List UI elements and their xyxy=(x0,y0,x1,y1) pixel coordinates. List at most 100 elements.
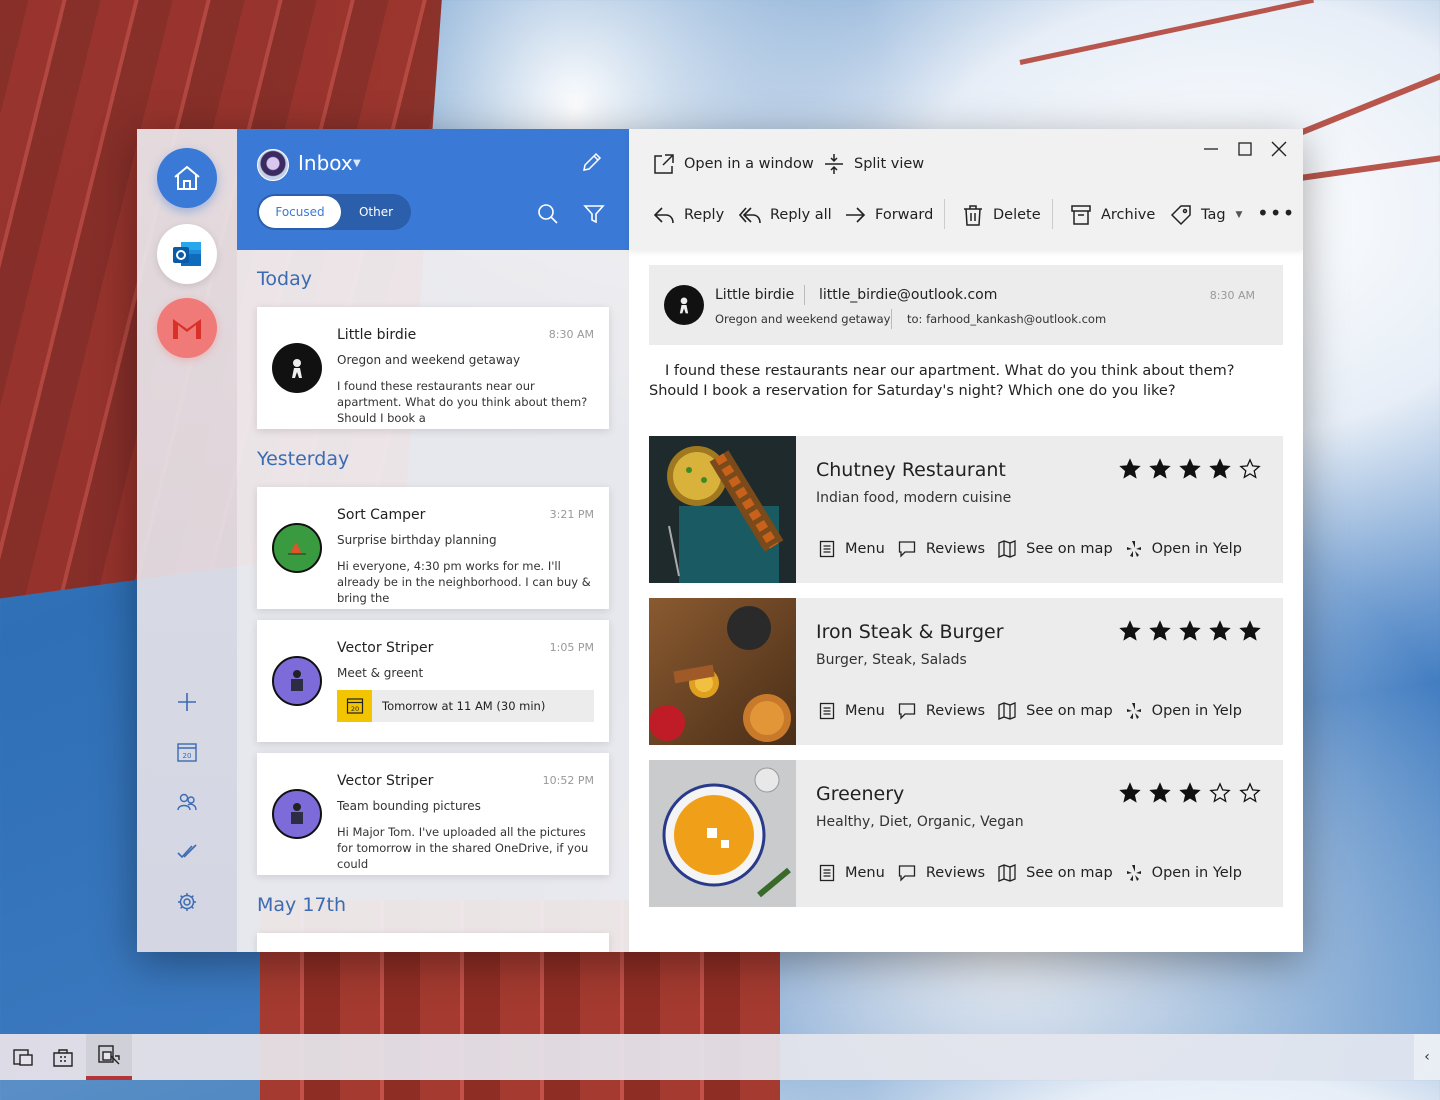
reviews-link[interactable]: Reviews xyxy=(898,540,985,558)
chat-bubble-icon xyxy=(898,865,915,882)
star-filled-icon xyxy=(1179,458,1201,479)
restaurant-actions: Menu Reviews See on map Open in Yelp xyxy=(819,702,1255,720)
taskbar-item-mail[interactable] xyxy=(86,1034,132,1080)
menu-icon xyxy=(819,540,835,558)
avatar xyxy=(272,343,322,393)
menu-link[interactable]: Menu xyxy=(819,864,885,882)
compose-button[interactable] xyxy=(581,151,603,177)
message-subject: Oregon and weekend getaway xyxy=(715,312,891,326)
open-in-yelp-link[interactable]: Open in Yelp xyxy=(1126,864,1242,882)
group-header-today: Today xyxy=(257,268,312,290)
toolbar-divider xyxy=(1052,199,1053,229)
reviews-label: Reviews xyxy=(925,865,986,881)
calendar-icon: 20 xyxy=(177,743,197,762)
divider xyxy=(804,285,805,305)
star-filled-icon xyxy=(1209,620,1231,641)
sender-email[interactable]: little_birdie@outlook.com xyxy=(819,287,997,303)
reviews-link[interactable]: Reviews xyxy=(898,702,985,720)
see-on-map-link[interactable]: See on map xyxy=(998,540,1113,558)
settings-button[interactable] xyxy=(172,887,202,917)
recipient[interactable]: to: farhood_kankash@outlook.com xyxy=(907,312,1106,326)
menu-label: Menu xyxy=(845,541,885,557)
see-on-map-link[interactable]: See on map xyxy=(998,864,1113,882)
message-item[interactable] xyxy=(257,933,609,952)
open-in-yelp-link[interactable]: Open in Yelp xyxy=(1126,702,1242,720)
forward-button[interactable]: Forward xyxy=(844,204,933,226)
account-avatar[interactable] xyxy=(257,149,289,181)
filter-icon xyxy=(583,205,605,224)
background-cable xyxy=(1298,55,1440,136)
reply-button[interactable]: Reply xyxy=(653,204,724,226)
toolbar-divider xyxy=(944,199,945,229)
meeting-invite[interactable]: 20 Tomorrow at 11 AM (30 min) xyxy=(337,690,594,722)
reviews-link[interactable]: Reviews xyxy=(898,864,985,882)
sender-name: Sort Camper xyxy=(337,507,426,523)
background-cable xyxy=(1019,0,1314,65)
calendar-button[interactable]: 20 xyxy=(172,737,202,767)
folder-title[interactable]: Inbox xyxy=(298,151,353,175)
message-time: 8:30 AM xyxy=(548,328,594,341)
archive-button[interactable]: Archive xyxy=(1070,204,1155,226)
star-filled-icon xyxy=(1179,782,1201,803)
restaurant-actions: Menu Reviews See on map Open in Yelp xyxy=(819,540,1255,558)
todo-button[interactable] xyxy=(172,837,202,867)
minimize-icon[interactable] xyxy=(1203,141,1219,157)
tab-focused[interactable]: Focused xyxy=(259,196,341,228)
filter-button[interactable] xyxy=(583,203,605,229)
group-header-may17: May 17th xyxy=(257,894,346,916)
maximize-icon[interactable] xyxy=(1237,141,1253,157)
star-outline-icon xyxy=(1209,782,1231,803)
chevron-down-icon[interactable]: ▼ xyxy=(353,158,361,169)
message-item[interactable]: Sort Camper 3:21 PM Surprise birthday pl… xyxy=(257,487,609,609)
star-filled-icon xyxy=(1209,458,1231,479)
gmail-account-button[interactable] xyxy=(157,298,217,358)
message-item[interactable]: Vector Striper 10:52 PM Team bounding pi… xyxy=(257,753,609,875)
home-button[interactable] xyxy=(157,148,217,208)
tag-label: Tag xyxy=(1201,207,1226,223)
sender-name[interactable]: Little birdie xyxy=(715,287,794,303)
delete-button[interactable]: Delete xyxy=(962,204,1041,226)
taskbar: ‹ xyxy=(0,1034,1440,1080)
list-header: Inbox ▼ Focused Other xyxy=(237,129,629,250)
open-in-window-button[interactable]: Open in a window xyxy=(653,153,814,175)
restaurant-card[interactable]: Iron Steak & Burger Burger, Steak, Salad… xyxy=(649,598,1283,745)
open-in-window-label: Open in a window xyxy=(684,156,814,172)
star-filled-icon xyxy=(1119,458,1141,479)
tag-button[interactable]: Tag ▼ xyxy=(1170,204,1242,226)
menu-link[interactable]: Menu xyxy=(819,702,885,720)
chevron-down-icon: ▼ xyxy=(1235,210,1243,220)
restaurant-photo xyxy=(649,760,796,907)
restaurant-card[interactable]: Greenery Healthy, Diet, Organic, Vegan M… xyxy=(649,760,1283,907)
star-filled-icon xyxy=(1239,620,1261,641)
chevron-left-icon[interactable]: ‹ xyxy=(1414,1034,1440,1080)
outlook-account-button[interactable] xyxy=(157,224,217,284)
add-account-button[interactable] xyxy=(172,687,202,717)
menu-label: Menu xyxy=(845,865,885,881)
see-on-map-link[interactable]: See on map xyxy=(998,702,1113,720)
forward-label: Forward xyxy=(875,207,934,223)
restaurant-photo xyxy=(649,598,796,745)
restaurant-card[interactable]: Chutney Restaurant Indian food, modern c… xyxy=(649,436,1283,583)
message-item[interactable]: Vector Striper 1:05 PM Meet & greent 20 … xyxy=(257,620,609,742)
message-item[interactable]: Little birdie 8:30 AM Oregon and weekend… xyxy=(257,307,609,429)
restaurant-description: Indian food, modern cuisine xyxy=(816,490,1012,506)
star-filled-icon xyxy=(1179,620,1201,641)
menu-link[interactable]: Menu xyxy=(819,540,885,558)
map-icon xyxy=(998,702,1016,720)
search-button[interactable] xyxy=(537,203,559,229)
restaurant-description: Burger, Steak, Salads xyxy=(816,652,967,668)
tab-other[interactable]: Other xyxy=(345,196,407,228)
message-list-pane: Inbox ▼ Focused Other Today Little birdi… xyxy=(237,129,629,952)
split-view-button[interactable]: Split view xyxy=(823,153,924,175)
more-options-button[interactable]: ••• xyxy=(1257,201,1295,225)
sender-name: Vector Striper xyxy=(337,773,434,789)
sender-avatar xyxy=(664,285,704,325)
restaurant-actions: Menu Reviews See on map Open in Yelp xyxy=(819,864,1255,882)
group-header-yesterday: Yesterday xyxy=(257,448,350,470)
reply-all-button[interactable]: Reply all xyxy=(739,204,832,226)
people-icon xyxy=(177,793,197,811)
open-in-yelp-link[interactable]: Open in Yelp xyxy=(1126,540,1242,558)
people-button[interactable] xyxy=(172,787,202,817)
close-icon[interactable] xyxy=(1271,141,1287,157)
taskbar-item-store[interactable] xyxy=(40,1034,86,1080)
